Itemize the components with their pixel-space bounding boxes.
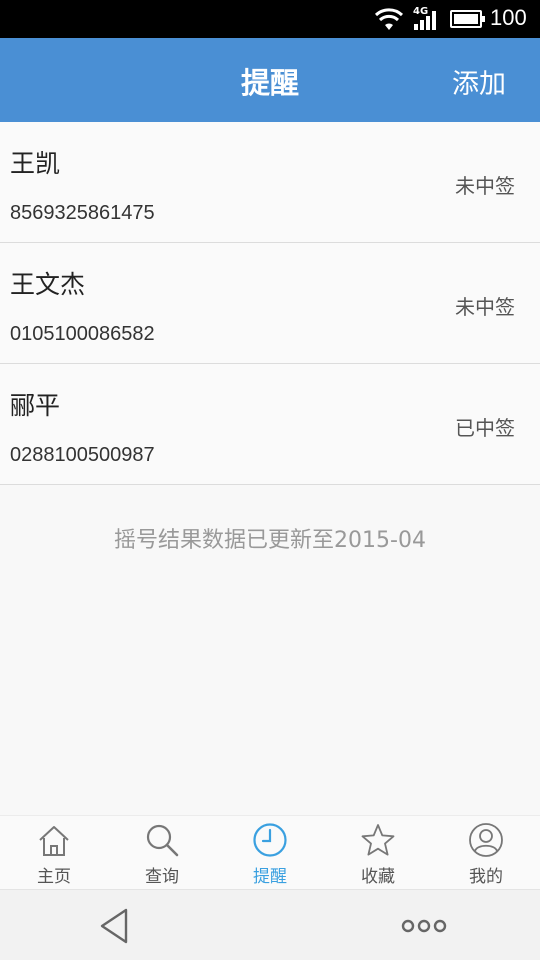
person-name: 郦平 [10, 391, 61, 420]
list-item[interactable]: 王凯 8569325861475 未中签 [0, 122, 540, 243]
home-icon [39, 826, 69, 856]
tab-favorites[interactable]: 收藏 [324, 816, 432, 890]
reminder-list: 王凯 8569325861475 未中签 王文杰 0105100086582 未… [0, 122, 540, 485]
clock-icon [253, 823, 287, 857]
person-name: 王凯 [10, 149, 61, 178]
application-number: 0105100086582 [10, 323, 155, 345]
user-icon [469, 823, 503, 857]
app-header: 提醒 添加 [0, 38, 540, 122]
person-name: 王文杰 [10, 270, 86, 299]
tab-mine[interactable]: 我的 [432, 816, 540, 890]
tab-label: 提醒 [253, 867, 287, 887]
battery-icon [450, 10, 485, 28]
battery-level: 100 [490, 5, 527, 30]
tab-label: 主页 [37, 867, 71, 887]
list-item[interactable]: 王文杰 0105100086582 未中签 [0, 243, 540, 364]
tab-label: 查询 [145, 867, 179, 887]
status-bar: 4G 100 [0, 0, 540, 38]
tab-label: 收藏 [361, 867, 395, 887]
tab-reminder[interactable]: 提醒 [216, 816, 324, 890]
back-icon[interactable] [96, 906, 136, 946]
tab-search[interactable]: 查询 [108, 816, 216, 890]
lottery-status: 未中签 [455, 295, 515, 319]
wifi-icon [374, 8, 404, 30]
application-number: 8569325861475 [10, 202, 155, 224]
search-icon [146, 824, 179, 857]
list-item[interactable]: 郦平 0288100500987 已中签 [0, 364, 540, 485]
bottom-tab-bar: 主页 查询 提醒 收藏 我的 [0, 815, 540, 889]
data-update-note: 摇号结果数据已更新至2015-04 [114, 528, 426, 553]
tab-home[interactable]: 主页 [0, 816, 108, 890]
signal-icon [414, 11, 436, 30]
application-number: 0288100500987 [10, 444, 155, 466]
star-icon [361, 824, 395, 856]
system-nav-bar [0, 889, 540, 960]
add-button[interactable]: 添加 [452, 62, 506, 101]
lottery-status: 已中签 [455, 416, 515, 440]
tab-label: 我的 [469, 867, 503, 887]
more-icon[interactable] [400, 914, 448, 938]
lottery-status: 未中签 [455, 174, 515, 198]
